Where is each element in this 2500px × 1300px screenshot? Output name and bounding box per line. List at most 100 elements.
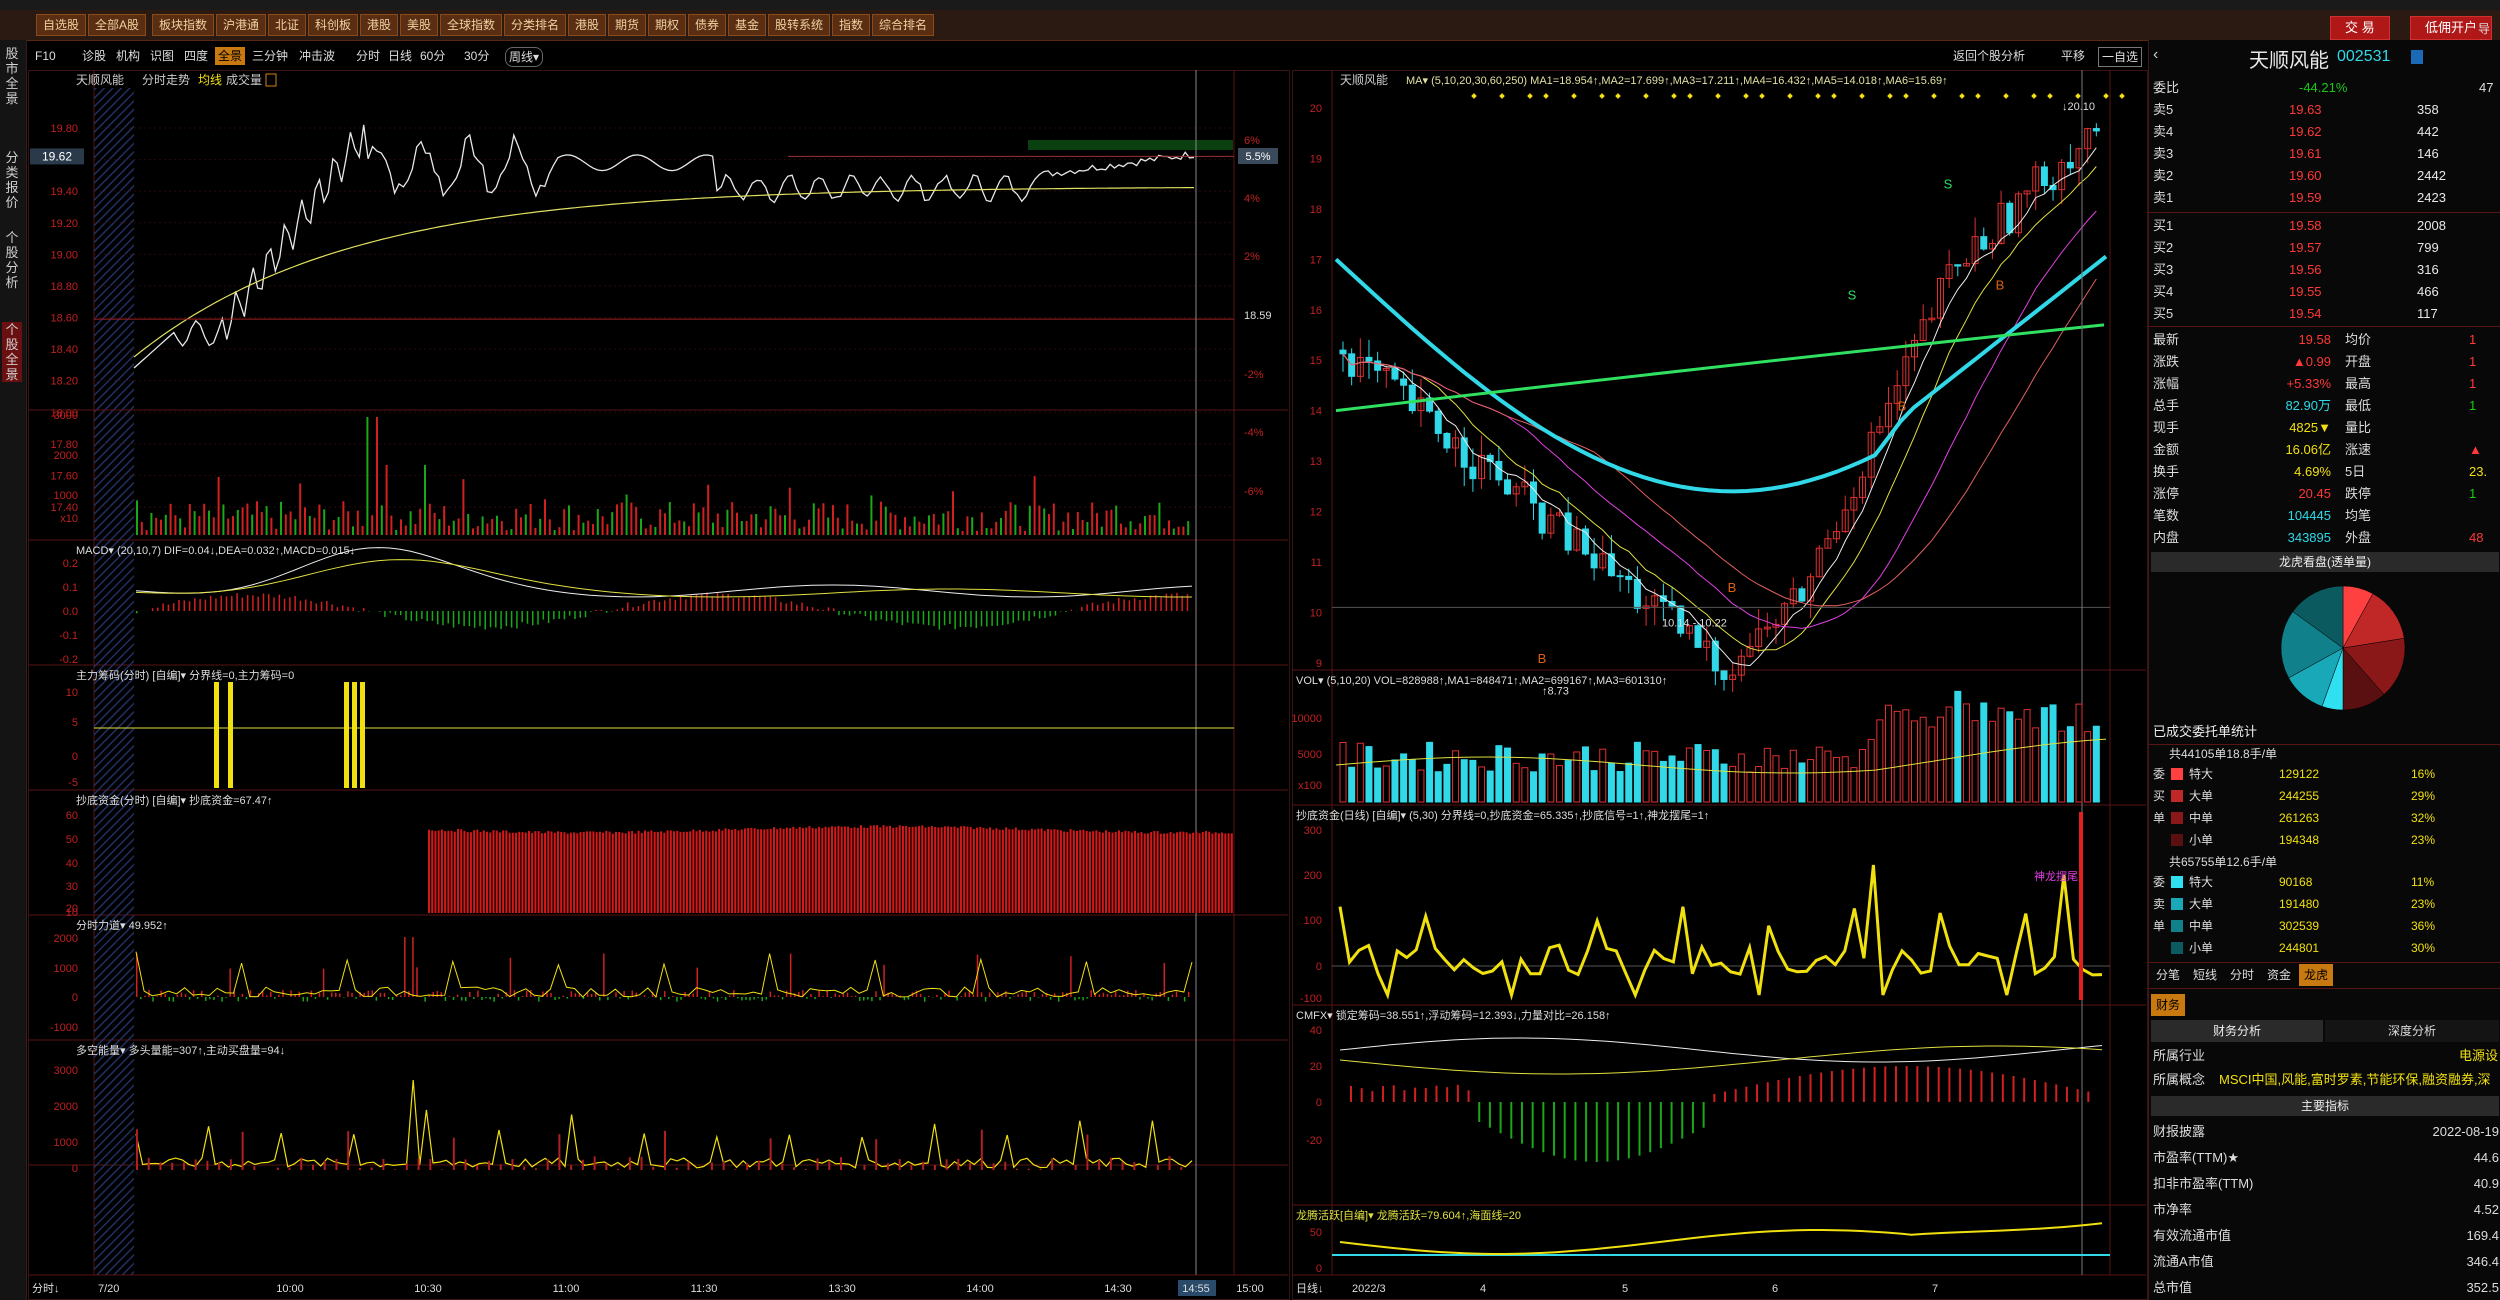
fl-bar bbox=[383, 992, 386, 997]
zl-bar bbox=[214, 682, 219, 788]
macd-bar bbox=[199, 599, 201, 611]
volume-bar bbox=[971, 517, 974, 535]
macd-bar bbox=[637, 606, 640, 611]
back-chevron-icon[interactable]: ‹ bbox=[2153, 46, 2158, 64]
macd-bar bbox=[315, 603, 318, 611]
volume-bar bbox=[798, 528, 801, 535]
deep-analysis-tab[interactable]: 深度分析 bbox=[2325, 1020, 2499, 1042]
quote-tab[interactable]: 分时 bbox=[2225, 964, 2259, 986]
menu-button[interactable]: 全球指数 bbox=[440, 14, 503, 36]
cd-bar bbox=[769, 828, 772, 913]
cd-signal-bar bbox=[2079, 812, 2083, 1000]
fl-bar bbox=[550, 992, 552, 997]
signal-diamond bbox=[1499, 93, 1505, 99]
ask-price: 19.61 bbox=[2289, 146, 2322, 161]
daily-volume-bar bbox=[1607, 762, 1615, 803]
cd-bar bbox=[950, 826, 953, 913]
dk-bar bbox=[581, 1159, 584, 1170]
menu-button[interactable]: 综合排名 bbox=[872, 14, 935, 36]
menu-button[interactable]: 指数 bbox=[832, 14, 871, 36]
cd-bar bbox=[518, 831, 521, 913]
macd-bar bbox=[1044, 611, 1046, 619]
quote-tab[interactable]: 分笔 bbox=[2151, 964, 2185, 986]
menu-button[interactable]: 北证 bbox=[268, 14, 307, 36]
subbar-item[interactable]: 机构 bbox=[113, 47, 143, 65]
watchlist-select[interactable]: 一自选 bbox=[2098, 47, 2143, 67]
volume-bar bbox=[592, 524, 594, 535]
volume-bar bbox=[304, 507, 306, 535]
menu-button[interactable]: 分类排名 bbox=[504, 14, 567, 36]
stock-flag-icon bbox=[2411, 50, 2423, 64]
volume-bar bbox=[337, 516, 340, 535]
subbar-item[interactable]: 诊股 bbox=[79, 47, 109, 65]
cd-bar bbox=[924, 827, 927, 913]
quote-tab[interactable]: 龙虎 bbox=[2299, 964, 2334, 986]
period-button[interactable]: 分时 bbox=[353, 47, 383, 65]
rail-tab-overview[interactable]: 个股全景 bbox=[2, 322, 22, 382]
time-tick: 7/20 bbox=[98, 1283, 119, 1295]
dk-bar bbox=[171, 1162, 174, 1170]
fl-bar bbox=[456, 994, 459, 997]
volume-bar bbox=[467, 513, 470, 535]
ask-price: 19.60 bbox=[2289, 168, 2322, 183]
cd-tick: 10 bbox=[66, 907, 78, 919]
menu-button[interactable]: 港股 bbox=[360, 14, 399, 36]
fl-bar bbox=[814, 997, 816, 1000]
rail-tab-analysis[interactable]: 个股分析 bbox=[2, 230, 22, 290]
period-button[interactable]: 日线 bbox=[385, 47, 415, 65]
period-button[interactable]: 60分 bbox=[417, 47, 448, 65]
volume-bar bbox=[899, 529, 902, 535]
macd-bar bbox=[616, 609, 618, 611]
menu-button[interactable]: 科创板 bbox=[308, 14, 359, 36]
menu-button[interactable]: 港股 bbox=[568, 14, 607, 36]
menu-button[interactable]: 股转系统 bbox=[768, 14, 831, 36]
trade-button[interactable]: 交 易 bbox=[2330, 16, 2390, 40]
macd-bar bbox=[986, 611, 988, 627]
fl-bar bbox=[822, 996, 824, 997]
subbar-item[interactable]: 全景 bbox=[215, 47, 246, 65]
volume-bar bbox=[894, 514, 897, 535]
subbar-item[interactable]: 四度 bbox=[181, 47, 211, 65]
quote-tab[interactable]: 短线 bbox=[2188, 964, 2222, 986]
subbar-item[interactable]: 三分钟 bbox=[249, 47, 291, 65]
subbar-item[interactable]: 冲击波 bbox=[296, 47, 338, 65]
cmfx-bar bbox=[1905, 1066, 1908, 1102]
daily-volume-bar bbox=[1573, 751, 1581, 803]
macd-bar bbox=[194, 598, 196, 611]
menu-button[interactable]: 自选股 bbox=[36, 14, 87, 36]
subbar-item[interactable]: F10 bbox=[32, 47, 59, 65]
menu-button[interactable]: 美股 bbox=[400, 14, 439, 36]
macd-bar bbox=[447, 611, 450, 624]
period-button[interactable]: 30分 bbox=[461, 47, 492, 65]
stat-value-2: 1 bbox=[2469, 398, 2477, 413]
candle-body bbox=[1633, 578, 1641, 609]
cd-bar bbox=[795, 828, 798, 913]
menu-button[interactable]: 全部A股 bbox=[88, 14, 147, 36]
rail-tab-market[interactable]: 股市全景 bbox=[2, 46, 22, 106]
cd-bar bbox=[621, 832, 624, 913]
dk-bar bbox=[382, 1158, 385, 1170]
volume-bar bbox=[212, 517, 215, 535]
menu-button[interactable]: 债券 bbox=[688, 14, 727, 36]
intraday-avg-line bbox=[133, 187, 1194, 358]
menu-button[interactable]: 板块指数 bbox=[152, 14, 215, 36]
cd-bar bbox=[956, 827, 959, 913]
menu-button[interactable]: 沪港通 bbox=[216, 14, 267, 36]
menu-button[interactable]: 基金 bbox=[728, 14, 767, 36]
rail-tab-quote[interactable]: 分类报价 bbox=[2, 150, 22, 210]
back-to-analysis-link[interactable]: 返回个股分析 bbox=[1950, 47, 2028, 65]
orders-title: 已成交委托单统计 bbox=[2153, 724, 2258, 739]
volume-bar bbox=[1096, 513, 1098, 535]
pan-button[interactable]: 平移 bbox=[2058, 47, 2088, 65]
cmfx-bar bbox=[1553, 1102, 1556, 1156]
menu-button[interactable]: 期货 bbox=[608, 14, 647, 36]
period-button[interactable]: 周线▾ bbox=[505, 47, 544, 67]
fin-analysis-tab[interactable]: 财务分析 bbox=[2151, 1020, 2323, 1042]
finance-tab[interactable]: 财务 bbox=[2151, 994, 2186, 1016]
volume-bar bbox=[1172, 528, 1175, 535]
macd-bar bbox=[162, 603, 164, 611]
quote-tab[interactable]: 资金 bbox=[2262, 964, 2296, 986]
fl-bar bbox=[1187, 991, 1190, 997]
menu-button[interactable]: 期权 bbox=[648, 14, 687, 36]
subbar-item[interactable]: 识图 bbox=[147, 47, 177, 65]
